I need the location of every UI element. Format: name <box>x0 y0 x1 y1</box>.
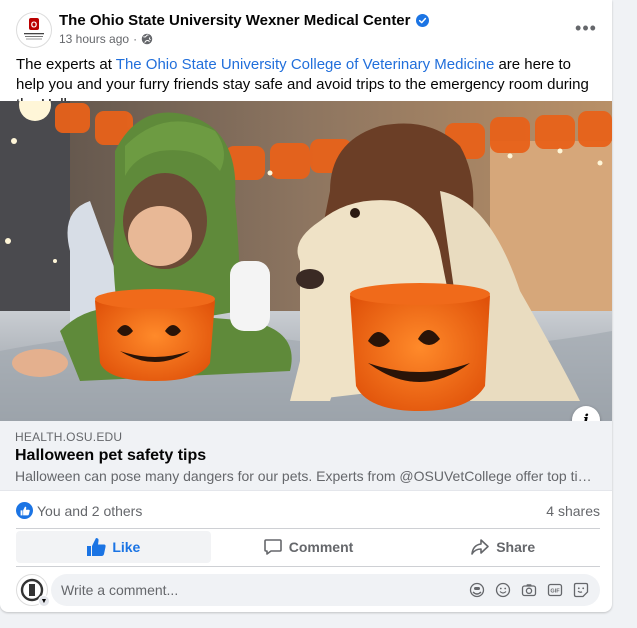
gif-button[interactable]: GIF <box>546 581 564 599</box>
avatar-sticker-button[interactable] <box>468 581 486 599</box>
comment-composer: ▼ GIF <box>16 574 600 607</box>
svg-text:GIF: GIF <box>550 589 560 595</box>
photo-button[interactable] <box>520 581 538 599</box>
post-timestamp[interactable]: 13 hours ago <box>59 32 129 46</box>
comment-bubble-icon <box>263 539 282 555</box>
share-label: Share <box>496 539 536 555</box>
divider <box>16 528 600 529</box>
camera-icon <box>521 584 537 597</box>
shares-count[interactable]: 4 shares <box>546 503 600 519</box>
like-reaction-icon[interactable] <box>16 502 33 519</box>
verified-badge-icon <box>415 14 429 27</box>
post-card: O The Ohio State University Wexner Medic… <box>0 0 612 612</box>
post-actions: Like Comment Share <box>16 531 600 563</box>
sticker-button[interactable] <box>572 581 590 599</box>
pumpkin-bucket-right <box>350 283 490 411</box>
info-icon: i <box>583 411 589 421</box>
page-name-text[interactable]: The Ohio State University Wexner Medical… <box>59 12 411 29</box>
post-header: O The Ohio State University Wexner Medic… <box>16 12 600 52</box>
thumbs-up-icon <box>20 506 30 515</box>
avatar-sticker-icon <box>469 582 485 598</box>
post-text-start: The experts at <box>16 56 116 73</box>
post-image[interactable]: i <box>0 101 612 421</box>
page-avatar[interactable]: O <box>16 12 52 48</box>
gif-icon: GIF <box>547 583 563 597</box>
share-arrow-icon <box>471 539 490 555</box>
pumpkin-bucket-left <box>95 289 215 381</box>
divider <box>16 566 600 567</box>
link-domain: HEALTH.OSU.EDU <box>15 430 123 444</box>
svg-text:O: O <box>31 21 37 30</box>
more-options-button[interactable]: ••• <box>572 14 600 42</box>
like-button[interactable]: Like <box>16 531 211 563</box>
emoji-button[interactable] <box>494 581 512 599</box>
comment-button[interactable]: Comment <box>211 531 406 563</box>
link-description: Halloween can pose many dangers for our … <box>15 468 595 484</box>
sticker-icon <box>573 582 589 598</box>
like-label: Like <box>112 539 141 555</box>
emoji-icon <box>495 582 511 598</box>
meta-separator: · <box>133 32 138 46</box>
comment-label: Comment <box>288 539 354 555</box>
chevron-down-icon[interactable]: ▼ <box>38 595 50 607</box>
osu-logo-icon: O <box>24 18 44 40</box>
comment-tools: GIF <box>468 581 590 599</box>
child-and-dog-halloween-photo <box>0 101 612 421</box>
user-avatar[interactable]: ▼ <box>16 574 50 607</box>
ellipsis-icon: ••• <box>575 17 597 38</box>
link-preview[interactable]: HEALTH.OSU.EDU Halloween pet safety tips… <box>0 421 612 491</box>
mention-link[interactable]: The Ohio State University College of Vet… <box>116 56 495 73</box>
post-meta: 13 hours ago · <box>59 32 153 46</box>
reaction-stats: You and 2 others 4 shares <box>16 497 600 525</box>
page-name[interactable]: The Ohio State University Wexner Medical… <box>59 12 429 29</box>
thumbs-up-filled-icon <box>87 538 106 556</box>
globe-icon[interactable] <box>141 33 153 45</box>
reactors-count[interactable]: You and 2 others <box>37 503 142 519</box>
link-title[interactable]: Halloween pet safety tips <box>15 447 206 465</box>
share-button[interactable]: Share <box>405 531 600 563</box>
